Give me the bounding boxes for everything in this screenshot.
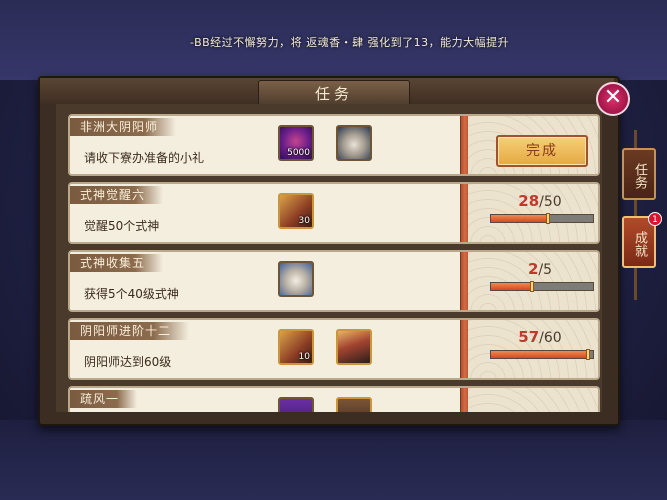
task-name: 式神收集五 xyxy=(70,254,164,272)
task-row: 式神觉醒六 觉醒50个式神 30 28/50 xyxy=(68,182,600,244)
progress-text: 57/60 xyxy=(490,328,590,346)
purple-item-icon[interactable] xyxy=(278,397,314,412)
progress-fill xyxy=(491,215,549,222)
progress-text: 2/5 xyxy=(490,260,590,278)
tab-tasks[interactable]: 任务 xyxy=(622,148,656,200)
progress-knob xyxy=(546,213,551,224)
system-notice: -BB经过不懈努力，将 返魂香・肆 强化到了13，能力大幅提升 xyxy=(190,36,510,49)
jade-icon[interactable]: 5000 xyxy=(278,125,314,161)
progress-bar xyxy=(490,349,594,360)
task-name: 非洲大阴阳师 xyxy=(70,118,177,136)
task-description: 觉醒50个式神 xyxy=(84,219,160,233)
progress-current: 2 xyxy=(527,260,539,278)
progress-fill xyxy=(491,283,532,290)
progress-knob xyxy=(529,281,534,292)
task-row: 非洲大阴阳师 请收下寮办准备的小礼 5000 完成 xyxy=(68,114,600,176)
reward-count: 30 xyxy=(298,216,310,226)
bottom-background xyxy=(0,420,667,500)
reward-count: 10 xyxy=(298,352,310,362)
task-description: 获得5个40级式神 xyxy=(84,287,179,301)
task-name: 阴阳师进阶十二 xyxy=(70,322,190,340)
progress-bar xyxy=(490,213,594,224)
task-name: 疏风一 xyxy=(70,390,138,408)
task-description: 请收下寮办准备的小礼 xyxy=(84,151,205,165)
daruma-icon[interactable] xyxy=(278,261,314,297)
progress-bar xyxy=(490,281,594,292)
progress-fill xyxy=(491,351,588,358)
progress-current: 28 xyxy=(518,192,540,210)
progress-total: /50 xyxy=(539,194,562,210)
progress-text: 28/50 xyxy=(490,192,590,210)
complete-button[interactable]: 完成 xyxy=(496,135,588,167)
ticket-icon[interactable]: 10 xyxy=(278,329,314,365)
progress-total: /5 xyxy=(538,262,553,278)
shikigami-avatar-icon[interactable] xyxy=(336,329,372,365)
task-description: 阴阳师达到60级 xyxy=(84,355,172,369)
task-row: 疏风一 xyxy=(68,386,600,412)
ticket-icon[interactable]: 30 xyxy=(278,193,314,229)
progress-total: /60 xyxy=(539,330,562,346)
progress-knob xyxy=(585,349,590,360)
progress-current: 57 xyxy=(518,328,540,346)
reward-count: 5000 xyxy=(287,148,310,158)
task-row: 阴阳师进阶十二 阴阳师达到60级 10 57/60 xyxy=(68,318,600,380)
task-name: 式神觉醒六 xyxy=(70,186,164,204)
notification-badge: 1 xyxy=(648,212,662,226)
task-list[interactable]: 非洲大阴阳师 请收下寮办准备的小礼 5000 完成 式神觉醒六 觉醒50个式神 … xyxy=(56,104,602,412)
close-button[interactable]: ✕ xyxy=(596,82,630,116)
brown-item-icon[interactable] xyxy=(336,397,372,412)
task-row: 式神收集五 获得5个40级式神 2/5 xyxy=(68,250,600,312)
daruma-icon[interactable] xyxy=(336,125,372,161)
